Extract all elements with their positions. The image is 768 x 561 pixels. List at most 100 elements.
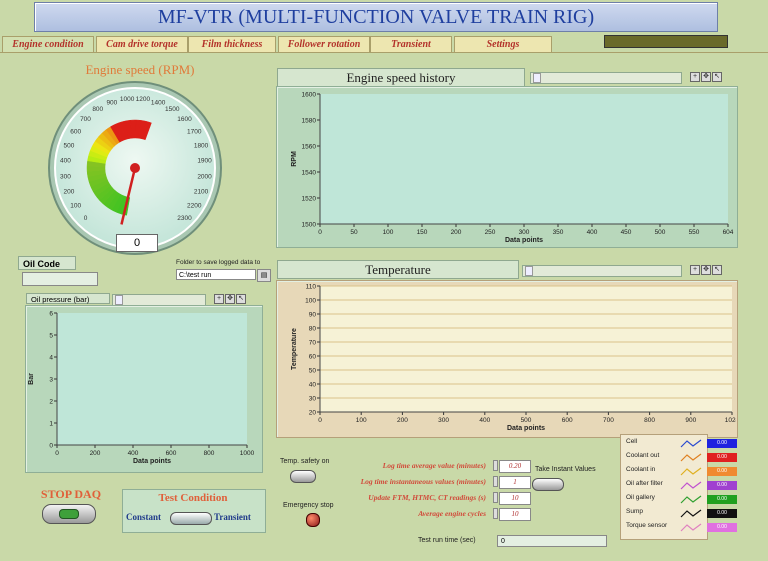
gauge-tick-label: 2200 (187, 203, 202, 210)
x-tick-label: 1024 (725, 417, 736, 424)
legend-item-label: Cell (626, 438, 638, 445)
engine-speed-chart: 1600 1580 1560 1540 1520 15000 50 100 150 200 250 3… (291, 92, 734, 245)
x-tick-label: 350 (553, 229, 564, 236)
temperature-chart-title: Temperature (277, 260, 519, 279)
gauge-tick-label: 300 (60, 173, 71, 180)
take-instant-button[interactable] (532, 478, 564, 491)
pan-icon: ✥ (701, 265, 711, 275)
tab-engine-condition[interactable]: Engine condition (2, 36, 94, 53)
gauge-title: Engine speed (RPM) (85, 62, 195, 77)
folder-label: Folder to save logged data to (176, 259, 261, 266)
x-tick-label: 900 (685, 417, 696, 424)
temperature-graph-tools[interactable]: + ✥ ↖ (690, 265, 722, 275)
y-tick-label: 100 (305, 298, 316, 305)
setting-value-input[interactable]: 10 (499, 492, 531, 505)
legend-line-icon (680, 523, 702, 532)
browse-folder-icon[interactable]: ▤ (257, 269, 271, 282)
test-condition-switch[interactable] (170, 512, 212, 525)
gauge-tick-label: 0 (84, 215, 88, 222)
engine-speed-graph-tools[interactable]: + ✥ ↖ (690, 72, 722, 82)
x-tick-label: 600 (166, 450, 177, 457)
tab-cam-drive-torque[interactable]: Cam drive torque (96, 36, 188, 53)
oil-pressure-graph-tools[interactable]: + ✥ ↖ (214, 294, 246, 304)
engine-speed-scrollbar[interactable] (530, 72, 682, 84)
legend-item: Cell (624, 438, 704, 449)
tab-transient[interactable]: Transient (370, 36, 452, 53)
legend-item-label: Coolant out (626, 452, 660, 459)
legend-item-label: Oil gallery (626, 494, 655, 501)
legend-line-icon (680, 509, 702, 518)
tab-follower-rotation[interactable]: Follower rotation (278, 36, 370, 53)
y-tick-label: 3 (49, 377, 53, 384)
folder-path-input[interactable]: C:\test run (176, 269, 256, 280)
gauge-tick-label: 1000 (120, 96, 135, 103)
y-tick-label: 5 (49, 333, 53, 340)
y-tick-label: 70 (309, 340, 317, 347)
setting-spinner[interactable] (493, 492, 498, 503)
y-tick-label: 90 (309, 312, 317, 319)
legend-item: Coolant out (624, 452, 704, 463)
y-tick-label: 1540 (302, 170, 317, 177)
x-axis-label: Data points (505, 237, 543, 244)
y-tick-label: 0 (49, 443, 53, 450)
gauge-hub (130, 163, 140, 173)
x-axis-label: Data points (133, 458, 171, 465)
gauge-tick-label: 100 (70, 203, 81, 210)
legend-value-indicator: 0.00 (707, 495, 737, 504)
y-tick-label: 1 (49, 421, 53, 428)
gauge-tick-label: 1800 (194, 142, 209, 149)
legend-item: Coolant in (624, 466, 704, 477)
y-tick-label: 1560 (302, 144, 317, 151)
setting-spinner[interactable] (493, 460, 498, 471)
test-run-time-label: Test run time (sec) (418, 537, 476, 544)
legend-line-icon (680, 453, 702, 462)
y-tick-label: 1520 (302, 196, 317, 203)
y-tick-label: 20 (309, 410, 317, 417)
constant-label: Constant (126, 512, 162, 522)
setting-label: Log time average value (minutes) (382, 461, 486, 470)
legend-item-label: Torque sensor (626, 522, 668, 529)
oil-code-field[interactable] (22, 272, 98, 286)
test-condition-title: Test Condition (158, 492, 228, 504)
gauge-tick-label: 2100 (194, 189, 209, 196)
y-tick-label: 6 (49, 311, 53, 318)
x-axis-label: Data points (507, 425, 545, 432)
x-tick-label: 400 (479, 417, 490, 424)
x-tick-label: 0 (318, 229, 322, 236)
setting-spinner[interactable] (493, 476, 498, 487)
legend-value-indicator: 0.00 (707, 523, 737, 532)
stop-daq-button[interactable] (42, 504, 96, 524)
engine-speed-chart-title: Engine speed history (277, 68, 525, 87)
plot-area (57, 313, 247, 445)
gauge-tick-label: 1900 (197, 158, 212, 165)
gauge-tick-label: 500 (63, 142, 74, 149)
gauge-tick-label: 1400 (151, 99, 166, 106)
legend-item-label: Coolant in (626, 466, 656, 473)
cursor-icon: ↖ (712, 72, 722, 82)
tab-divider (0, 52, 768, 53)
plot-area (320, 286, 732, 412)
zoom-icon: + (690, 72, 700, 82)
x-tick-label: 500 (655, 229, 666, 236)
setting-value-input[interactable]: 10 (499, 508, 531, 521)
gauge-tick-label: 800 (92, 106, 103, 113)
y-tick-label: 1580 (302, 118, 317, 125)
plot-area (320, 94, 728, 224)
setting-label: Update FTM, HTMC, CT readings (s) (368, 493, 486, 502)
gauge-tick-label: 2000 (197, 173, 212, 180)
y-tick-label: 30 (309, 396, 317, 403)
x-tick-label: 300 (519, 229, 530, 236)
setting-value-input[interactable]: 1 (499, 476, 531, 489)
y-tick-label: 1500 (302, 222, 317, 229)
setting-spinner[interactable] (493, 508, 498, 519)
tab-settings[interactable]: Settings (454, 36, 552, 53)
y-axis-label: RPM (291, 151, 298, 167)
temperature-scrollbar[interactable] (522, 265, 682, 277)
gauge-tick-label: 200 (63, 189, 74, 196)
setting-value-input[interactable]: 0.20 (499, 460, 531, 473)
zoom-icon: + (690, 265, 700, 275)
tab-film-thickness[interactable]: Film thickness (188, 36, 276, 53)
gauge-readout: 0 (116, 234, 158, 252)
x-tick-label: 200 (397, 417, 408, 424)
x-tick-label: 300 (438, 417, 449, 424)
